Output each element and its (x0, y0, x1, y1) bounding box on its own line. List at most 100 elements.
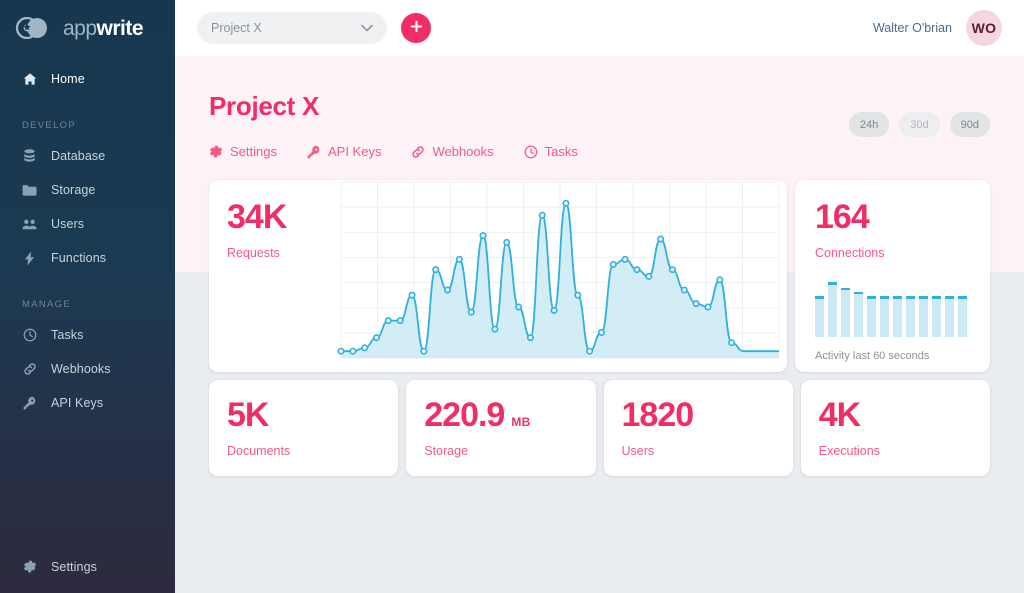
logo-text-bold: write (96, 16, 144, 40)
connections-label: Connections (815, 246, 885, 260)
sidebar-item-storage[interactable]: Storage (0, 173, 175, 207)
sidebar-item-storage-label: Storage (51, 183, 96, 197)
app-logo[interactable]: appwrite (0, 0, 175, 56)
connections-bar-cap (815, 296, 824, 299)
clock-icon (22, 328, 37, 343)
tab-api-keys[interactable]: API Keys (307, 144, 381, 159)
connections-bar (841, 287, 850, 337)
gear-icon (209, 145, 223, 159)
avatar-initials: WO (971, 20, 997, 36)
tab-settings[interactable]: Settings (209, 144, 277, 159)
users-icon (22, 217, 37, 232)
connections-value: 164 (815, 198, 870, 236)
chevron-down-icon (361, 24, 373, 32)
sidebar-section-develop-title: DEVELOP (22, 120, 76, 131)
sidebar-item-webhooks[interactable]: Webhooks (0, 352, 175, 386)
connections-bar (893, 296, 902, 337)
card-executions: 4K Executions (800, 380, 990, 476)
sidebar-item-api-keys[interactable]: API Keys (0, 386, 175, 420)
tab-webhooks[interactable]: Webhooks (411, 144, 494, 159)
connections-bar-cap (906, 296, 915, 299)
database-icon (22, 149, 37, 164)
requests-area-chart[interactable] (335, 180, 787, 372)
page-tabs: Settings API Keys Webhooks Tasks (209, 144, 990, 159)
storage-unit: MB (511, 415, 531, 429)
sidebar-item-settings[interactable]: Settings (0, 550, 175, 584)
appwrite-logo-icon (15, 16, 57, 40)
connections-bar-cap (854, 291, 863, 295)
sidebar-item-functions[interactable]: Functions (0, 241, 175, 275)
executions-stat: 4K (819, 398, 990, 432)
clock-icon (524, 145, 538, 159)
documents-value: 5K (227, 396, 269, 434)
project-select[interactable]: Project X (197, 12, 387, 44)
executions-label: Executions (818, 444, 880, 458)
storage-stat: 220.9 MB (424, 398, 595, 432)
user-name[interactable]: Walter O'brian (873, 21, 952, 35)
connections-bar (945, 296, 954, 337)
tab-tasks[interactable]: Tasks (524, 144, 578, 159)
requests-label: Requests (227, 246, 280, 260)
documents-stat: 5K (227, 398, 398, 432)
sidebar-item-home[interactable]: Home (0, 62, 175, 96)
storage-label: Storage (424, 444, 469, 458)
card-documents: 5K Documents (209, 380, 399, 476)
connections-bar-cap (867, 296, 876, 299)
connections-bar-cap (932, 296, 941, 299)
sidebar-item-users-label: Users (51, 217, 85, 231)
connections-bar (828, 282, 837, 337)
connections-bar-cap (893, 296, 902, 299)
app-root: appwrite Home DEVELOP Database Storage U… (0, 0, 1024, 593)
add-project-button[interactable] (401, 13, 431, 43)
requests-value: 34K (227, 198, 287, 236)
sidebar-item-webhooks-label: Webhooks (51, 362, 111, 376)
sidebar-item-users[interactable]: Users (0, 207, 175, 241)
sidebar-item-settings-label: Settings (51, 560, 97, 574)
bolt-icon (22, 250, 37, 266)
avatar[interactable]: WO (966, 10, 1002, 46)
tab-settings-label: Settings (230, 144, 277, 159)
cards-row-top: 34K Requests 164 Connections Activity la… (209, 180, 990, 372)
key-icon (307, 145, 321, 159)
card-storage: 220.9 MB Storage (406, 380, 596, 476)
tab-tasks-label: Tasks (544, 144, 578, 159)
connections-bar-chart[interactable] (815, 282, 990, 337)
connections-bar (854, 291, 863, 337)
main-area: Project X Walter O'brian WO Project X Se… (175, 0, 1024, 593)
connections-note: Activity last 60 seconds (815, 350, 930, 362)
storage-value: 220.9 (424, 396, 505, 434)
connections-bar-cap (945, 296, 954, 299)
plus-icon (410, 20, 423, 36)
users-label: Users (621, 444, 655, 458)
connections-bar-cap (828, 282, 837, 285)
sidebar-section-manage-title: MANAGE (22, 299, 71, 310)
link-icon (411, 145, 425, 159)
sidebar-item-tasks[interactable]: Tasks (0, 318, 175, 352)
logo-text-light: app (63, 16, 97, 40)
connections-bar (815, 296, 824, 337)
card-connections: 164 Connections Activity last 60 seconds (795, 180, 990, 372)
sidebar-item-tasks-label: Tasks (51, 328, 84, 342)
requests-stat: 34K Requests (209, 180, 335, 372)
dashboard-cards: 34K Requests 164 Connections Activity la… (175, 180, 1024, 476)
page-title: Project X (209, 91, 320, 121)
tab-api-keys-label: API Keys (327, 144, 382, 159)
folder-icon (22, 183, 37, 198)
sidebar: appwrite Home DEVELOP Database Storage U… (0, 0, 175, 593)
sidebar-item-home-label: Home (51, 72, 85, 86)
users-value: 1820 (621, 396, 695, 434)
page-header: Project X Settings API Keys Webhooks Tas… (175, 56, 1024, 159)
link-icon (22, 362, 37, 377)
cards-row-bottom: 5K Documents 220.9 MB Storage 1820 Users (209, 380, 990, 476)
connections-bar (932, 296, 941, 337)
sidebar-item-database-label: Database (51, 149, 106, 163)
topbar: Project X Walter O'brian WO (175, 0, 1024, 56)
connections-bar (867, 296, 876, 337)
sidebar-item-database[interactable]: Database (0, 139, 175, 173)
project-select-value: Project X (211, 21, 262, 35)
card-requests: 34K Requests (209, 180, 787, 372)
connections-bar (906, 296, 915, 337)
gear-icon (22, 560, 37, 575)
connections-bar (919, 296, 928, 337)
connections-bar-cap (958, 296, 967, 299)
